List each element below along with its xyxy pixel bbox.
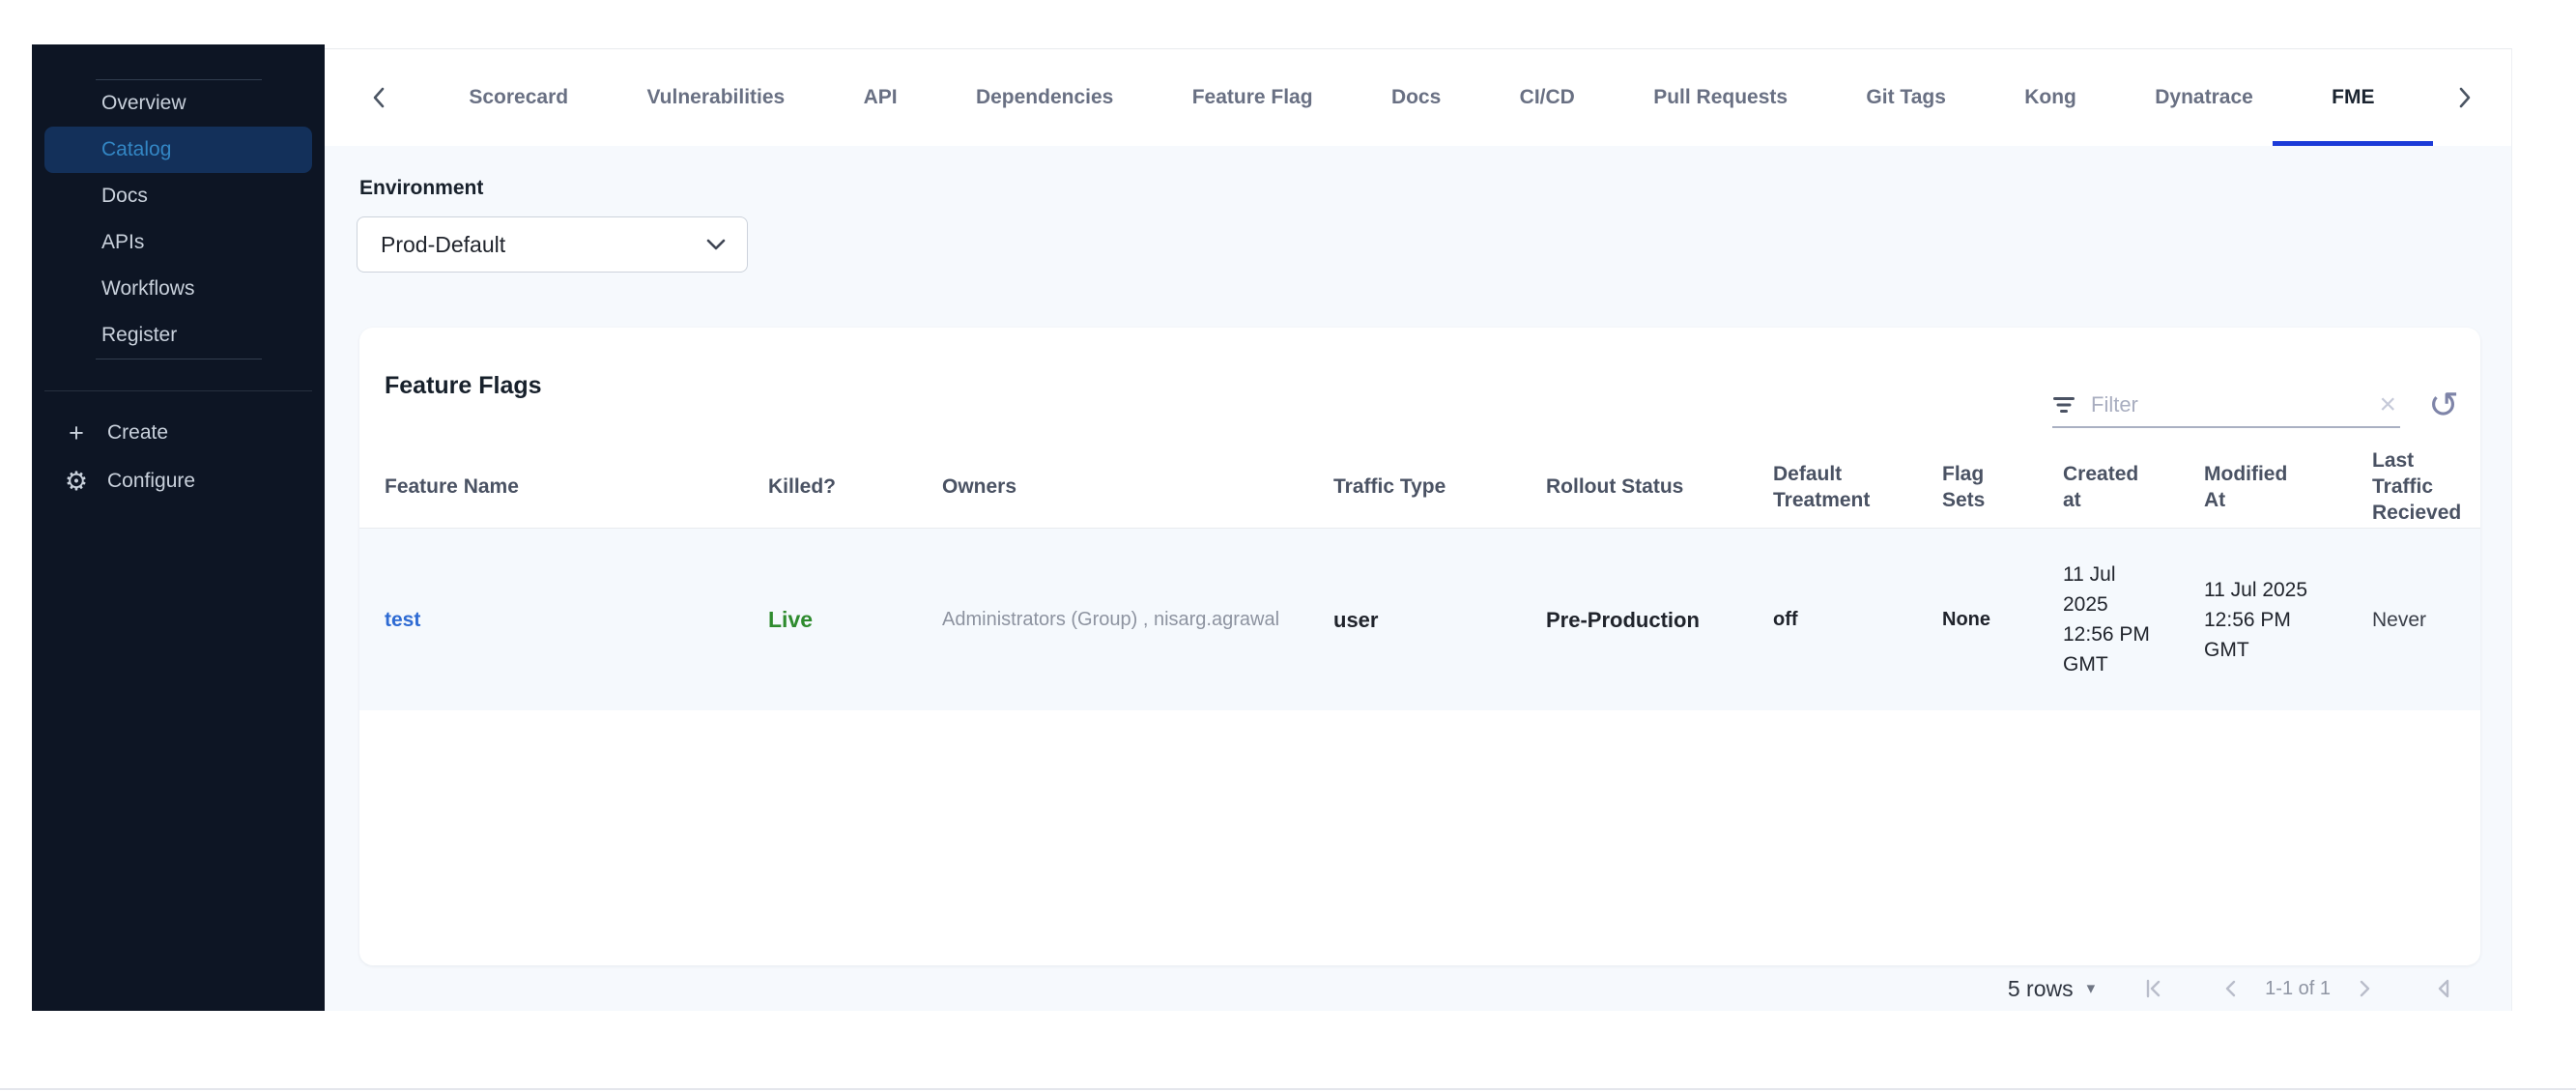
create-label: Create — [107, 421, 169, 444]
cell-default-treatment: off — [1773, 608, 1798, 630]
filter-box: × — [2052, 384, 2400, 428]
sidebar-item-register[interactable]: Register — [32, 312, 325, 359]
tabs-scroll-left-icon[interactable] — [369, 49, 390, 146]
main-content: Scorecard Vulnerabilities API Dependenci… — [325, 48, 2512, 1011]
cell-created-at: 11 Jul 2025 12:56 PM GMT — [2063, 563, 2150, 675]
column-header-flag-sets: Flag Sets — [1942, 462, 1986, 511]
sidebar: Overview Catalog Docs APIs Workflows Reg… — [32, 44, 325, 1011]
tabbar: Scorecard Vulnerabilities API Dependenci… — [325, 49, 2511, 146]
sidebar-item-apis[interactable]: APIs — [32, 219, 325, 266]
tab-pull-requests[interactable]: Pull Requests — [1653, 49, 1788, 146]
table-header: Feature Name Killed? Owners Traffic Type… — [359, 445, 2480, 529]
cell-flag-sets: None — [1942, 608, 1990, 630]
column-header-feature-name: Feature Name — [385, 475, 519, 498]
column-header-rollout-status: Rollout Status — [1546, 475, 1684, 498]
column-header-owners: Owners — [942, 475, 1017, 498]
rows-per-page-select[interactable]: 5 rows ▾ — [2008, 976, 2095, 1002]
tab-git-tags[interactable]: Git Tags — [1866, 49, 1945, 146]
cell-last-traffic-recieved: Never — [2372, 608, 2427, 631]
bottom-divider — [0, 1088, 2576, 1090]
cell-traffic-type: user — [1333, 607, 1379, 632]
tab-vulnerabilities[interactable]: Vulnerabilities — [646, 49, 785, 146]
refresh-icon[interactable]: ↺ — [2419, 380, 2469, 430]
feature-flags-card: Feature Flags × ↺ Feature Name Killed? O… — [359, 328, 2480, 965]
sidebar-item-workflows[interactable]: Workflows — [32, 266, 325, 312]
tab-kong[interactable]: Kong — [2024, 49, 2076, 146]
column-header-killed: Killed? — [768, 475, 837, 498]
clear-filter-icon[interactable]: × — [2375, 390, 2400, 419]
column-header-traffic-type: Traffic Type — [1333, 475, 1446, 498]
caret-down-icon: ▾ — [2086, 979, 2096, 997]
column-header-last-traffic-recieved: Last Traffic Recieved — [2372, 449, 2462, 524]
tabs-scroll-right-icon[interactable] — [2453, 49, 2475, 146]
sidebar-nav: Overview Catalog Docs APIs Workflows Reg… — [32, 80, 325, 359]
configure-button[interactable]: ⚙ Configure — [32, 457, 325, 505]
environment-select[interactable]: Prod-Default — [357, 216, 748, 273]
previous-page-icon[interactable] — [2215, 972, 2247, 1005]
column-header-modified-at: Modified At — [2204, 462, 2288, 511]
tab-fme[interactable]: FME — [2332, 49, 2374, 146]
plus-icon: + — [69, 417, 84, 447]
tab-docs[interactable]: Docs — [1391, 49, 1441, 146]
cell-modified-at: 11 Jul 2025 12:56 PM GMT — [2204, 578, 2308, 661]
last-page-icon[interactable] — [2425, 972, 2458, 1005]
cell-feature-name[interactable]: test — [359, 529, 743, 710]
page: Overview Catalog Docs APIs Workflows Reg… — [0, 0, 2576, 1092]
tab-cicd[interactable]: CI/CD — [1520, 49, 1575, 146]
rows-per-page-value: 5 rows — [2007, 975, 2074, 1001]
tab-scorecard[interactable]: Scorecard — [469, 49, 568, 146]
first-page-icon[interactable] — [2137, 972, 2170, 1005]
gear-icon: ⚙ — [64, 466, 89, 496]
pagination-range: 1-1 of 1 — [2265, 977, 2331, 999]
sidebar-item-overview[interactable]: Overview — [32, 80, 325, 127]
configure-label: Configure — [107, 470, 196, 492]
pagination: 5 rows ▾ 1-1 of 1 — [2008, 965, 2458, 1012]
environment-label: Environment — [359, 177, 484, 199]
sidebar-item-catalog[interactable]: Catalog — [44, 127, 312, 173]
create-button[interactable]: + Create — [32, 409, 325, 457]
tab-feature-flag[interactable]: Feature Flag — [1192, 49, 1313, 146]
tab-api[interactable]: API — [864, 49, 898, 146]
table-row: test Live Administrators (Group) , nisar… — [359, 529, 2480, 710]
cell-owners: Administrators (Group) , nisarg.agrawal — [942, 608, 1280, 630]
environment-selected-value: Prod-Default — [381, 231, 506, 257]
cell-killed-status: Live — [768, 606, 814, 632]
card-title: Feature Flags — [385, 372, 542, 399]
tab-dependencies[interactable]: Dependencies — [976, 49, 1113, 146]
column-header-default-treatment: Default Treatment — [1773, 462, 1871, 511]
filter-icon — [2052, 394, 2077, 416]
content-body: Environment Prod-Default Feature Flags F… — [325, 146, 2511, 1011]
sidebar-item-docs[interactable]: Docs — [32, 173, 325, 219]
sidebar-divider — [44, 390, 312, 391]
filter-input[interactable] — [2091, 392, 2362, 417]
column-header-created-at: Created at — [2063, 462, 2139, 511]
next-page-icon[interactable] — [2348, 972, 2381, 1005]
card-header: Feature Flags × ↺ — [359, 328, 2480, 445]
tab-dynatrace[interactable]: Dynatrace — [2155, 49, 2253, 146]
chevron-down-icon — [706, 239, 726, 251]
cell-rollout-status: Pre-Production — [1546, 607, 1700, 632]
